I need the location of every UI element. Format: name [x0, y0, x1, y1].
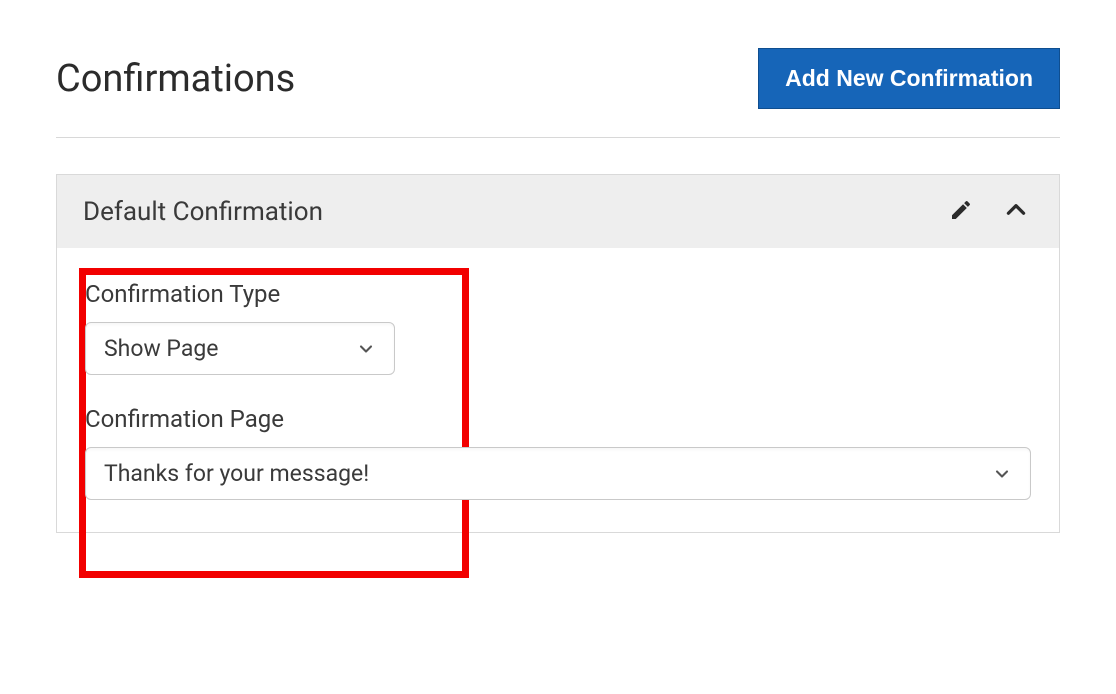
confirmation-type-selected-value: Show Page [104, 335, 218, 362]
chevron-down-icon [992, 464, 1012, 484]
header-row: Confirmations Add New Confirmation [56, 48, 1060, 109]
header-divider [56, 137, 1060, 138]
chevron-down-icon [356, 339, 376, 359]
confirmation-type-select[interactable]: Show Page [85, 322, 395, 375]
chevron-up-icon [1003, 211, 1029, 226]
panel-actions [945, 193, 1033, 230]
confirmation-type-field: Confirmation Type Show Page [85, 280, 1031, 375]
confirmation-page-select[interactable]: Thanks for your message! [85, 447, 1031, 500]
page-title: Confirmations [56, 57, 295, 101]
confirmation-page-selected-value: Thanks for your message! [104, 460, 369, 487]
confirmation-type-select-wrap: Show Page [85, 322, 395, 375]
pencil-icon [949, 210, 973, 225]
edit-button[interactable] [945, 194, 977, 229]
confirmation-page-label: Confirmation Page [85, 405, 1031, 433]
panel-title: Default Confirmation [83, 197, 323, 227]
collapse-button[interactable] [999, 193, 1033, 230]
confirmation-panel: Default Confirmation Confirmation Type S… [56, 174, 1060, 533]
confirmation-page-select-wrap: Thanks for your message! [85, 447, 1031, 500]
panel-header: Default Confirmation [57, 175, 1059, 248]
panel-body: Confirmation Type Show Page Confirmation… [57, 248, 1059, 532]
confirmation-page-field: Confirmation Page Thanks for your messag… [85, 405, 1031, 500]
add-new-confirmation-button[interactable]: Add New Confirmation [758, 48, 1060, 109]
confirmation-type-label: Confirmation Type [85, 280, 1031, 308]
